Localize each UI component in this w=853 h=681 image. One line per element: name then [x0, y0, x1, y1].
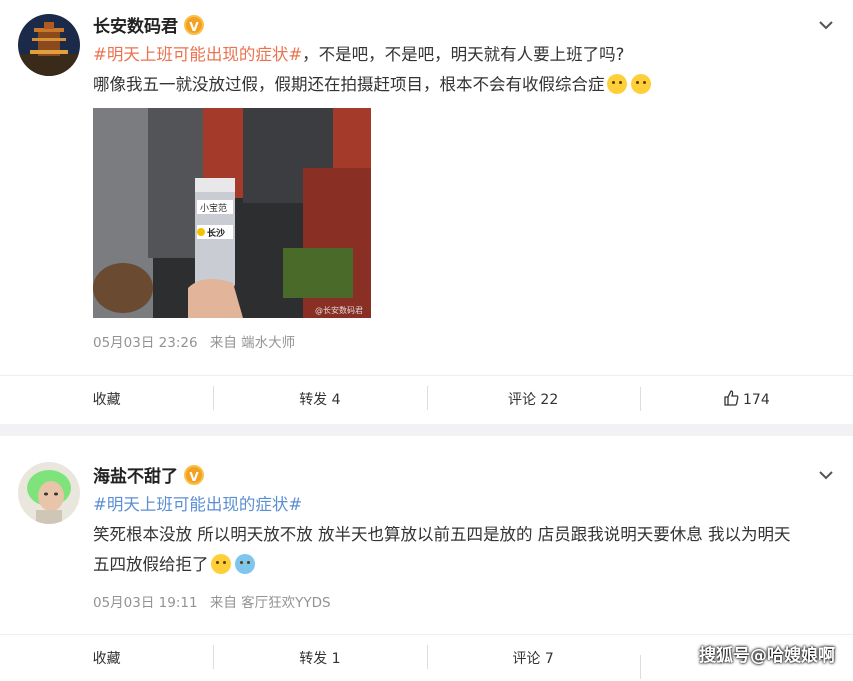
post-meta: 05月03日 19:11 来自 客厅狂欢YYDS — [93, 591, 339, 611]
cup-label-2: 长沙 — [207, 227, 225, 239]
author-avatar[interactable] — [18, 462, 80, 524]
post-text: #明天上班可能出现的症状# 笑死根本没放 所以明天放不放 放半天也算放以前五四是… — [93, 490, 833, 580]
like-button[interactable]: 174 — [639, 387, 853, 411]
favorite-button[interactable]: 收藏 — [0, 648, 213, 668]
post-card-2: 海盐不甜了 V #明天上班可能出现的症状# 笑死根本没放 所以明天放不放 放半天… — [0, 436, 853, 679]
hashtag-link[interactable]: #明天上班可能出现的症状# — [93, 495, 302, 514]
favorite-button[interactable]: 收藏 — [0, 389, 213, 409]
post-time[interactable]: 05月03日 19:11 — [93, 595, 198, 611]
chevron-down-icon[interactable] — [817, 466, 835, 484]
author-name[interactable]: 长安数码君 V — [93, 12, 204, 37]
post-source: 来自 客厅狂欢YYDS — [209, 595, 331, 611]
post-image[interactable]: 小宝范 长沙 @长安数码君 — [93, 108, 371, 318]
post-meta: 05月03日 23:26 来自 端水大师 — [93, 331, 303, 351]
author-name[interactable]: 海盐不甜了 V — [93, 462, 204, 487]
post-text: #明天上班可能出现的症状#，不是吧，不是吧，明天就有人要上班了吗? 哪像我五一就… — [93, 40, 833, 100]
verified-badge-icon: V — [184, 464, 204, 485]
action-bar: 收藏 转发 4 评论 22 174 — [0, 376, 853, 422]
cup-label-1: 小宝范 — [200, 202, 227, 214]
post-text-line-2: 五四放假给拒了 — [93, 550, 833, 580]
author-avatar[interactable] — [18, 14, 80, 76]
post-card-1: 长安数码君 V #明天上班可能出现的症状#，不是吧，不是吧，明天就有人要上班了吗… — [0, 0, 853, 424]
post-source: 来自 端水大师 — [209, 335, 296, 351]
post-text-line-1: 笑死根本没放 所以明天放不放 放半天也算放以前五四是放的 店员跟我说明天要休息 … — [93, 525, 791, 544]
post-time[interactable]: 05月03日 23:26 — [93, 335, 198, 351]
thumbs-up-icon — [724, 390, 739, 406]
photo-watermark: @长安数码君 — [315, 305, 363, 315]
verified-badge-icon: V — [184, 14, 204, 35]
post-text-line-2: 哪像我五一就没放过假，假期还在拍摄赶项目，根本不会有收假综合症 — [93, 70, 833, 100]
source-watermark: 搜狐号@哈嫂娘啊 — [699, 646, 835, 666]
hashtag-link[interactable]: #明天上班可能出现的症状# — [93, 45, 302, 64]
crying-emoji-icon — [606, 74, 627, 94]
smile-emoji-icon — [210, 554, 231, 574]
chevron-down-icon[interactable] — [817, 16, 835, 34]
repost-button[interactable]: 转发 1 — [213, 645, 426, 669]
crying-emoji-icon — [630, 74, 651, 94]
repost-button[interactable]: 转发 4 — [213, 386, 426, 410]
post-text-line-hashtag: #明天上班可能出现的症状# — [93, 490, 833, 520]
comment-button[interactable]: 评论 22 — [426, 386, 640, 410]
post-separator — [0, 424, 853, 436]
laughing-emoji-icon — [234, 554, 255, 574]
comment-button[interactable]: 评论 7 — [426, 645, 640, 669]
post-text-line-1: #明天上班可能出现的症状#，不是吧，不是吧，明天就有人要上班了吗? — [93, 45, 625, 64]
